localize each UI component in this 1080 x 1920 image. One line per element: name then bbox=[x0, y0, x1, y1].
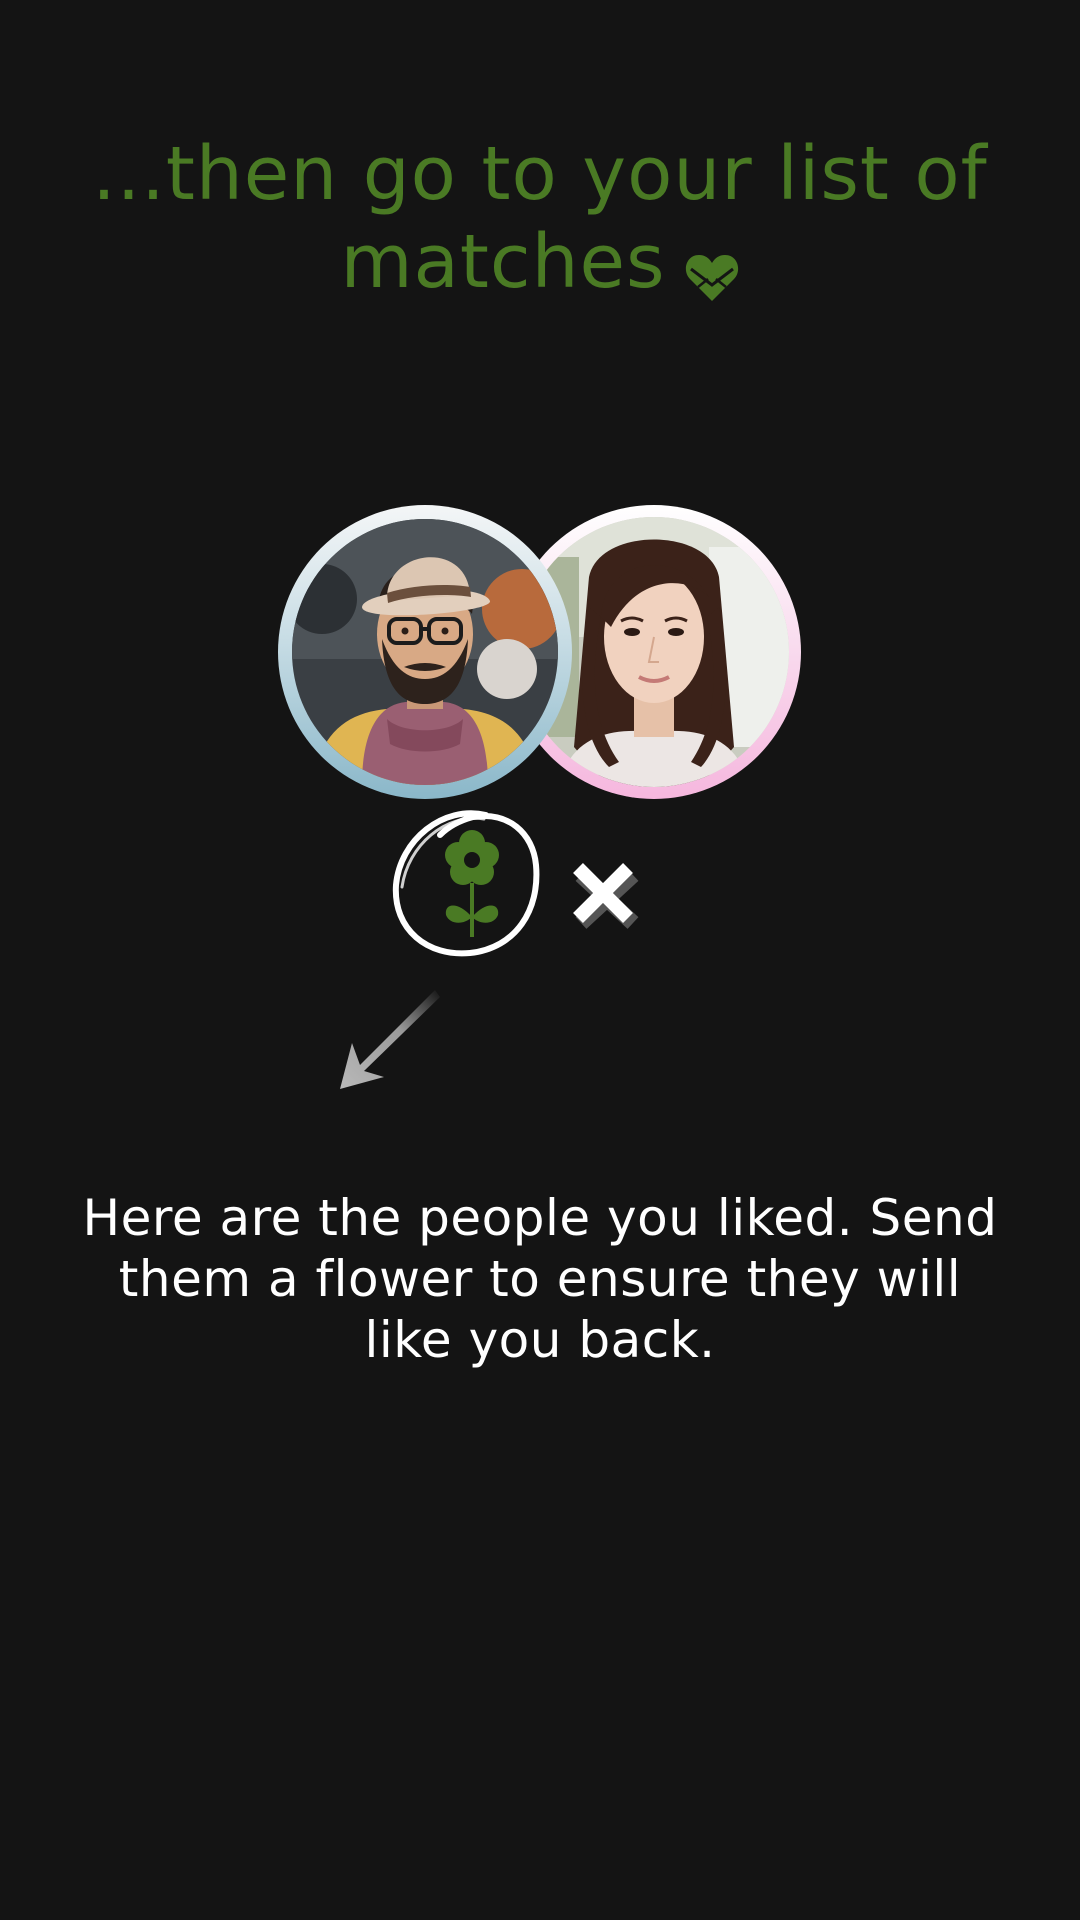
flower-icon bbox=[392, 810, 540, 957]
instruction-text: Here are the people you liked. Send them… bbox=[82, 1189, 998, 1369]
dismiss-button[interactable] bbox=[568, 858, 640, 930]
profile-photo-man bbox=[292, 519, 558, 785]
headline: ...then go to your list of matches bbox=[60, 130, 1020, 306]
heart-envelope-icon bbox=[684, 234, 740, 302]
headline-text: ...then go to your list of matches bbox=[92, 131, 988, 305]
man-avatar bbox=[278, 505, 572, 799]
send-flower-button[interactable] bbox=[388, 805, 548, 960]
arrow-down-left-icon bbox=[330, 985, 450, 1095]
close-icon bbox=[573, 863, 639, 929]
